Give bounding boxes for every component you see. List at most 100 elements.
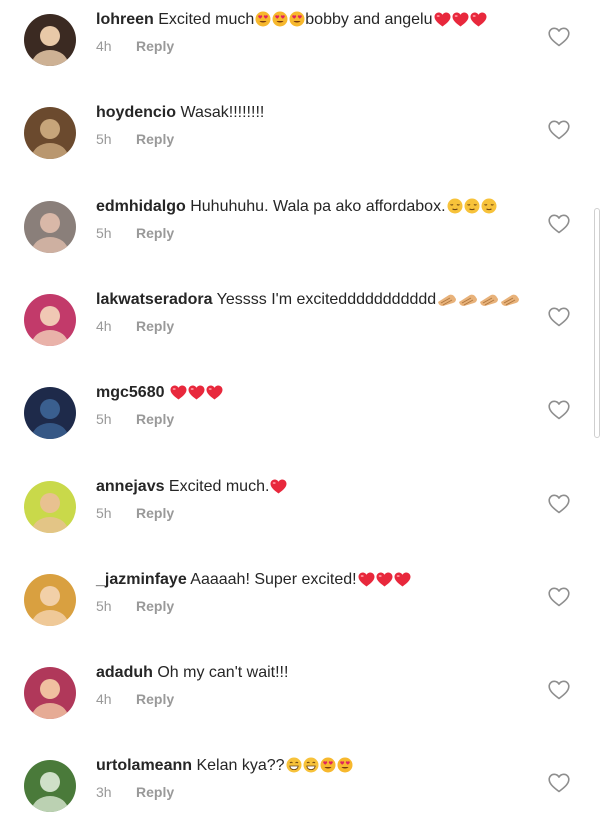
comment-text: mgc5680 (96, 383, 223, 403)
avatar[interactable] (24, 760, 76, 812)
comment-timestamp: 4h (96, 318, 112, 334)
heart-eyes-emoji-icon (289, 11, 305, 27)
comment-text: lakwatseradora Yessss I'm excitedddddddd… (96, 290, 520, 310)
comment-body: Huhuhuhu. Wala pa ako affordabox. (185, 198, 446, 215)
comment-meta: 5h Reply (96, 597, 174, 615)
heart-eyes-emoji-icon (272, 11, 288, 27)
comment-row: lakwatseradora Yessss I'm excitedddddddd… (0, 280, 600, 373)
like-heart-icon[interactable] (548, 680, 570, 700)
avatar[interactable] (24, 481, 76, 533)
grinning-face-emoji-icon (286, 757, 302, 773)
red-heart-emoji-icon (358, 572, 375, 587)
comment-username[interactable]: annejavs (96, 478, 164, 495)
grinning-face-emoji-icon (303, 757, 319, 773)
avatar[interactable] (24, 294, 76, 346)
reply-button[interactable]: Reply (136, 131, 174, 147)
comment-text: edmhidalgo Huhuhuhu. Wala pa ako afforda… (96, 197, 497, 217)
comment-text: lohreen Excited much bobby and angelu (96, 10, 487, 30)
comment-meta: 5h Reply (96, 504, 174, 522)
heart-eyes-emoji-icon (255, 11, 271, 27)
comment-text: hoydencio Wasak!!!!!!!! (96, 103, 264, 123)
comment-meta: 3h Reply (96, 783, 174, 801)
comment-timestamp: 5h (96, 225, 112, 241)
scrollbar[interactable] (594, 208, 600, 438)
comment-row: lohreen Excited much bobby and angelu 4h Re… (0, 0, 600, 93)
avatar[interactable] (24, 667, 76, 719)
avatar[interactable] (24, 574, 76, 626)
comment-meta: 4h Reply (96, 37, 174, 55)
comment-username[interactable]: lohreen (96, 11, 154, 28)
comment-username[interactable]: adaduh (96, 664, 153, 681)
reply-button[interactable]: Reply (136, 505, 174, 521)
comment-username[interactable]: mgc5680 (96, 384, 165, 401)
comment-body: Kelan kya?? (192, 757, 285, 774)
like-heart-icon[interactable] (548, 214, 570, 234)
reply-button[interactable]: Reply (136, 691, 174, 707)
comment-timestamp: 5h (96, 131, 112, 147)
comment-meta: 5h Reply (96, 130, 174, 148)
comment-timestamp: 3h (96, 784, 112, 800)
comment-username[interactable]: lakwatseradora (96, 291, 213, 308)
comment-body: Wasak!!!!!!!! (176, 104, 265, 121)
comment-body-continued: bobby and angelu (305, 11, 433, 28)
like-heart-icon[interactable] (548, 587, 570, 607)
comment-row: hoydencio Wasak!!!!!!!! 5h Reply (0, 93, 600, 186)
red-heart-emoji-icon (376, 572, 393, 587)
comment-username[interactable]: edmhidalgo (96, 198, 186, 215)
comment-meta: 4h Reply (96, 317, 174, 335)
relieved-face-emoji-icon (481, 198, 497, 214)
red-heart-emoji-icon (394, 572, 411, 587)
reply-button[interactable]: Reply (136, 411, 174, 427)
avatar[interactable] (24, 387, 76, 439)
avatar[interactable] (24, 107, 76, 159)
red-heart-emoji-icon (206, 385, 223, 400)
comment-text: _jazminfaye Aaaaah! Super excited! (96, 570, 411, 590)
reply-button[interactable]: Reply (136, 598, 174, 614)
comment-timestamp: 4h (96, 691, 112, 707)
comment-row: _jazminfaye Aaaaah! Super excited! 5h Repl… (0, 560, 600, 653)
like-heart-icon[interactable] (548, 400, 570, 420)
comment-row: urtolameann Kelan kya?? 3h Reply (0, 746, 600, 839)
comment-text: annejavs Excited much. (96, 477, 287, 497)
reply-button[interactable]: Reply (136, 784, 174, 800)
comment-timestamp: 5h (96, 505, 112, 521)
like-heart-icon[interactable] (548, 307, 570, 327)
comment-text: adaduh Oh my can't wait!!! (96, 663, 288, 683)
comment-body: Excited much (153, 11, 255, 28)
reply-button[interactable]: Reply (136, 318, 174, 334)
comment-row: annejavs Excited much. 5h Reply (0, 467, 600, 560)
comment-username[interactable]: _jazminfaye (96, 571, 187, 588)
red-heart-emoji-icon (434, 12, 451, 27)
comment-meta: 5h Reply (96, 410, 174, 428)
comment-body: Aaaaah! Super excited! (186, 571, 357, 588)
red-heart-emoji-icon (170, 385, 187, 400)
like-heart-icon[interactable] (548, 773, 570, 793)
red-heart-emoji-icon (470, 12, 487, 27)
avatar[interactable] (24, 201, 76, 253)
comment-meta: 4h Reply (96, 690, 174, 708)
comment-timestamp: 5h (96, 598, 112, 614)
comment-username[interactable]: urtolameann (96, 757, 192, 774)
red-heart-emoji-icon (452, 12, 469, 27)
like-heart-icon[interactable] (548, 494, 570, 514)
like-heart-icon[interactable] (548, 120, 570, 140)
comment-row: adaduh Oh my can't wait!!! 4h Reply (0, 653, 600, 746)
red-heart-emoji-icon (188, 385, 205, 400)
relieved-face-emoji-icon (447, 198, 463, 214)
like-heart-icon[interactable] (548, 27, 570, 47)
red-heart-emoji-icon (270, 479, 287, 494)
reply-button[interactable]: Reply (136, 38, 174, 54)
comment-text: urtolameann Kelan kya?? (96, 756, 353, 776)
avatar[interactable] (24, 14, 76, 66)
comment-username[interactable]: hoydencio (96, 104, 176, 121)
comment-timestamp: 5h (96, 411, 112, 427)
relieved-face-emoji-icon (464, 198, 480, 214)
clapping-hands-emoji-icon (437, 293, 457, 307)
clapping-hands-emoji-icon (479, 293, 499, 307)
reply-button[interactable]: Reply (136, 225, 174, 241)
comment-timestamp: 4h (96, 38, 112, 54)
heart-eyes-emoji-icon (337, 757, 353, 773)
comment-row: mgc5680 5h Reply (0, 373, 600, 466)
clapping-hands-emoji-icon (458, 293, 478, 307)
comment-meta: 5h Reply (96, 224, 174, 242)
